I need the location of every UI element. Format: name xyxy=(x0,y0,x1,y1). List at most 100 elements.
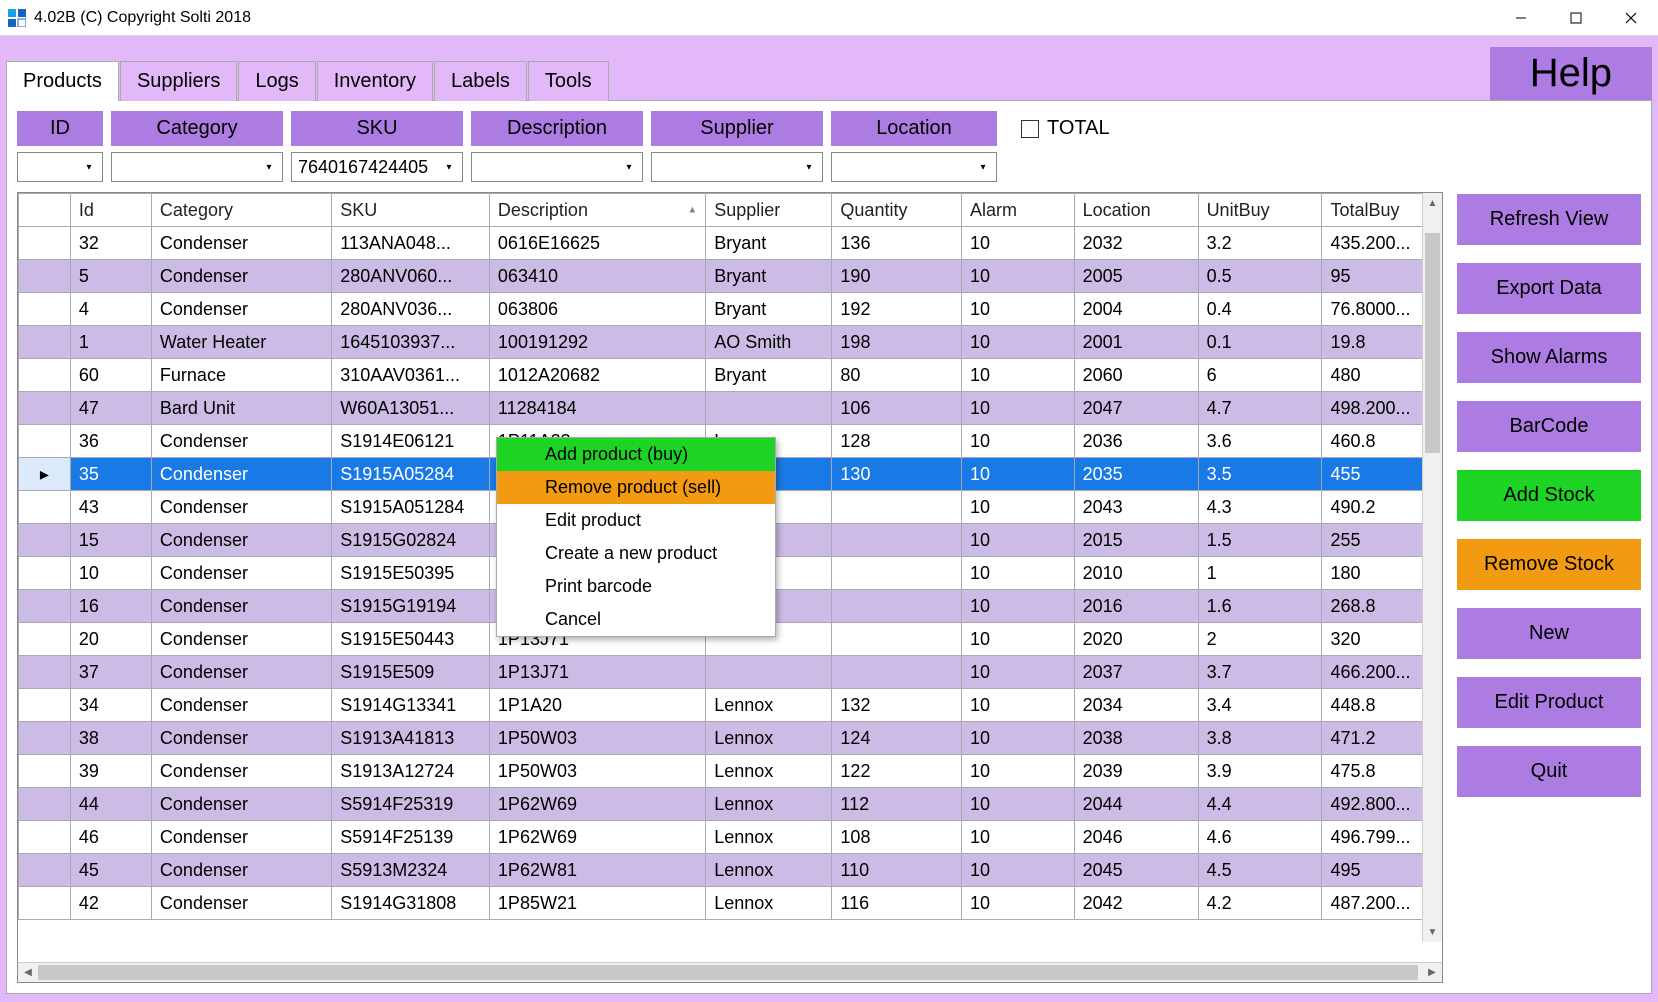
cell-quantity[interactable]: 130 xyxy=(832,458,962,491)
cell-unitbuy[interactable]: 1.5 xyxy=(1198,524,1322,557)
context-menu-item[interactable]: Add product (buy) xyxy=(497,438,775,471)
tab-inventory[interactable]: Inventory xyxy=(317,61,433,101)
close-button[interactable] xyxy=(1603,0,1658,36)
cell-location[interactable]: 2037 xyxy=(1074,656,1198,689)
cell-location[interactable]: 2045 xyxy=(1074,854,1198,887)
cell-sku[interactable]: S1915G19194 xyxy=(332,590,490,623)
column-header-id[interactable]: Id xyxy=(70,194,151,227)
cell-location[interactable]: 2005 xyxy=(1074,260,1198,293)
table-row[interactable]: 47Bard UnitW60A13051...11284184106102047… xyxy=(19,392,1442,425)
cell-id[interactable]: 34 xyxy=(70,689,151,722)
cell-quantity[interactable]: 80 xyxy=(832,359,962,392)
maximize-button[interactable] xyxy=(1548,0,1603,36)
cell-sku[interactable]: S1915G02824 xyxy=(332,524,490,557)
cell-sku[interactable]: S1914G13341 xyxy=(332,689,490,722)
cell-location[interactable]: 2044 xyxy=(1074,788,1198,821)
row-header[interactable] xyxy=(19,854,71,887)
cell-quantity[interactable] xyxy=(832,491,962,524)
scroll-left-icon[interactable]: ◀ xyxy=(18,963,38,982)
cell-sku[interactable]: 1645103937... xyxy=(332,326,490,359)
cell-quantity[interactable]: 124 xyxy=(832,722,962,755)
cell-alarm[interactable]: 10 xyxy=(961,821,1074,854)
cell-quantity[interactable]: 190 xyxy=(832,260,962,293)
column-header-alarm[interactable]: Alarm xyxy=(961,194,1074,227)
cell-supplier[interactable] xyxy=(706,656,832,689)
cell-sku[interactable]: 280ANV036... xyxy=(332,293,490,326)
cell-id[interactable]: 38 xyxy=(70,722,151,755)
cell-unitbuy[interactable]: 6 xyxy=(1198,359,1322,392)
cell-id[interactable]: 39 xyxy=(70,755,151,788)
cell-alarm[interactable]: 10 xyxy=(961,689,1074,722)
row-header[interactable] xyxy=(19,623,71,656)
cell-supplier[interactable]: Bryant xyxy=(706,359,832,392)
cell-sku[interactable]: S1915E50395 xyxy=(332,557,490,590)
table-row[interactable]: 37CondenserS1915E5091P13J711020373.7466.… xyxy=(19,656,1442,689)
column-header-supplier[interactable]: Supplier xyxy=(706,194,832,227)
cell-sku[interactable]: S1914E06121 xyxy=(332,425,490,458)
cell-id[interactable]: 5 xyxy=(70,260,151,293)
cell-description[interactable]: 1P50W03 xyxy=(489,722,705,755)
cell-quantity[interactable] xyxy=(832,590,962,623)
cell-category[interactable]: Condenser xyxy=(151,788,331,821)
table-row[interactable]: 34CondenserS1914G133411P1A20Lennox132102… xyxy=(19,689,1442,722)
cell-sku[interactable]: 113ANA048... xyxy=(332,227,490,260)
cell-alarm[interactable]: 10 xyxy=(961,293,1074,326)
cell-location[interactable]: 2042 xyxy=(1074,887,1198,920)
cell-category[interactable]: Condenser xyxy=(151,260,331,293)
cell-sku[interactable]: S1913A41813 xyxy=(332,722,490,755)
table-row[interactable]: 32Condenser113ANA048...0616E16625Bryant1… xyxy=(19,227,1442,260)
cell-alarm[interactable]: 10 xyxy=(961,458,1074,491)
cell-location[interactable]: 2020 xyxy=(1074,623,1198,656)
cell-location[interactable]: 2001 xyxy=(1074,326,1198,359)
cell-location[interactable]: 2043 xyxy=(1074,491,1198,524)
horizontal-scrollbar[interactable]: ◀ ▶ xyxy=(18,962,1442,982)
cell-quantity[interactable]: 106 xyxy=(832,392,962,425)
cell-alarm[interactable]: 10 xyxy=(961,557,1074,590)
cell-id[interactable]: 32 xyxy=(70,227,151,260)
tab-logs[interactable]: Logs xyxy=(238,61,315,101)
row-header[interactable] xyxy=(19,887,71,920)
row-header[interactable] xyxy=(19,590,71,623)
cell-sku[interactable]: 280ANV060... xyxy=(332,260,490,293)
column-header-location[interactable]: Location xyxy=(1074,194,1198,227)
scroll-thumb[interactable] xyxy=(38,965,1418,980)
cell-location[interactable]: 2039 xyxy=(1074,755,1198,788)
row-header[interactable] xyxy=(19,755,71,788)
cell-category[interactable]: Condenser xyxy=(151,491,331,524)
cell-description[interactable]: 1P62W81 xyxy=(489,854,705,887)
cell-description[interactable]: 063410 xyxy=(489,260,705,293)
cell-category[interactable]: Condenser xyxy=(151,854,331,887)
filter-select-category[interactable]: ▾ xyxy=(111,152,283,182)
tab-products[interactable]: Products xyxy=(6,61,119,101)
cell-unitbuy[interactable]: 3.5 xyxy=(1198,458,1322,491)
row-header[interactable] xyxy=(19,326,71,359)
cell-unitbuy[interactable]: 3.9 xyxy=(1198,755,1322,788)
cell-location[interactable]: 2032 xyxy=(1074,227,1198,260)
cell-supplier[interactable]: AO Smith xyxy=(706,326,832,359)
cell-description[interactable]: 1P62W69 xyxy=(489,788,705,821)
cell-description[interactable]: 100191292 xyxy=(489,326,705,359)
quit-button[interactable]: Quit xyxy=(1457,746,1641,797)
cell-sku[interactable]: W60A13051... xyxy=(332,392,490,425)
cell-sku[interactable]: 310AAV0361... xyxy=(332,359,490,392)
cell-quantity[interactable]: 110 xyxy=(832,854,962,887)
cell-quantity[interactable]: 198 xyxy=(832,326,962,359)
cell-location[interactable]: 2010 xyxy=(1074,557,1198,590)
cell-unitbuy[interactable]: 0.1 xyxy=(1198,326,1322,359)
cell-alarm[interactable]: 10 xyxy=(961,722,1074,755)
cell-location[interactable]: 2046 xyxy=(1074,821,1198,854)
table-row[interactable]: 1Water Heater1645103937...100191292AO Sm… xyxy=(19,326,1442,359)
cell-sku[interactable]: S1915A051284 xyxy=(332,491,490,524)
column-header-category[interactable]: Category xyxy=(151,194,331,227)
cell-location[interactable]: 2047 xyxy=(1074,392,1198,425)
row-header[interactable] xyxy=(19,557,71,590)
cell-alarm[interactable]: 10 xyxy=(961,392,1074,425)
tab-labels[interactable]: Labels xyxy=(434,61,527,101)
show-alarms-button[interactable]: Show Alarms xyxy=(1457,332,1641,383)
data-grid[interactable]: IdCategorySKUDescription▲SupplierQuantit… xyxy=(17,192,1443,983)
vertical-scrollbar[interactable]: ▲ ▼ xyxy=(1422,193,1442,942)
cell-alarm[interactable]: 10 xyxy=(961,854,1074,887)
cell-location[interactable]: 2036 xyxy=(1074,425,1198,458)
barcode-button[interactable]: BarCode xyxy=(1457,401,1641,452)
tab-tools[interactable]: Tools xyxy=(528,61,609,101)
